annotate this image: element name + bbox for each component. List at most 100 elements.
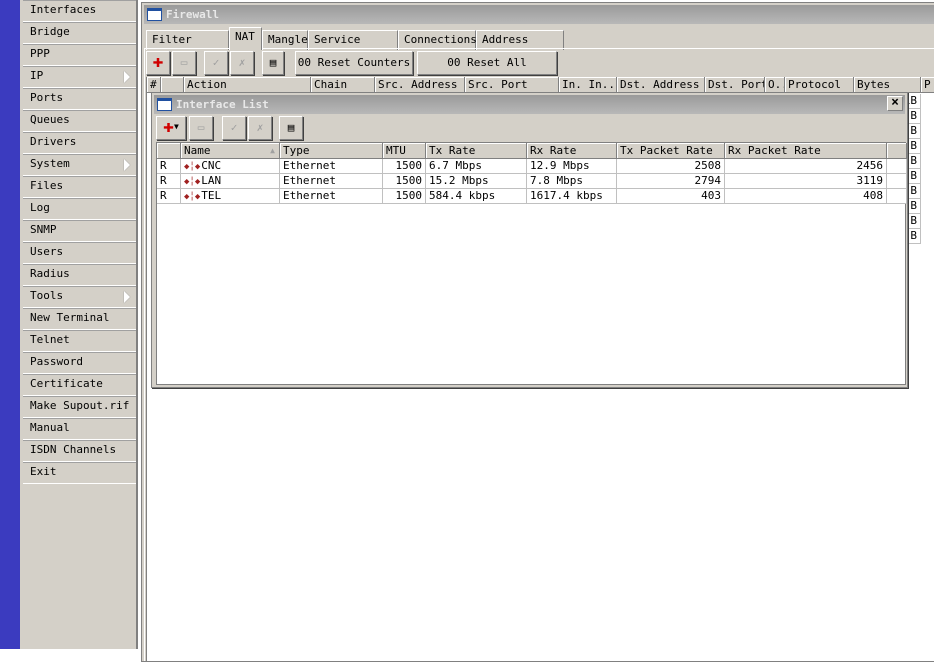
column-header-rx-rate[interactable]: Rx Rate xyxy=(527,143,617,159)
sidebar-item-ppp[interactable]: PPP xyxy=(23,44,136,66)
column-header[interactable]: Protocol xyxy=(785,77,854,93)
column-header[interactable]: Src. Port xyxy=(465,77,559,93)
tx-packet-rate: 2508 xyxy=(694,159,722,172)
reset-all-counters-button[interactable]: 00 Reset All Counters xyxy=(417,51,557,91)
enable-button[interactable]: ✓ xyxy=(222,116,246,140)
sidebar-item-users[interactable]: Users xyxy=(23,242,136,264)
tab-nat[interactable]: NAT xyxy=(229,27,262,50)
sidebar-item-isdn-channels[interactable]: ISDN Channels xyxy=(23,440,136,462)
add-dropdown-button[interactable]: ✚▼ xyxy=(156,116,186,140)
column-header[interactable]: O.. xyxy=(765,77,785,93)
column-header[interactable]: Dst. Port xyxy=(705,77,765,93)
tx-rate: 15.2 Mbps xyxy=(429,174,489,187)
sidebar-item-label: Queues xyxy=(30,113,70,126)
submenu-arrow-icon xyxy=(124,71,130,83)
comment-button[interactable]: ▤ xyxy=(262,51,284,75)
tx-rate-cell: 6.7 Mbps xyxy=(426,159,527,174)
sidebar-item-interfaces[interactable]: Interfaces xyxy=(23,0,136,22)
interface-list-title: Interface List xyxy=(176,98,269,111)
add-button[interactable]: ✚ xyxy=(146,51,170,75)
sidebar-item-password[interactable]: Password xyxy=(23,352,136,374)
table-row[interactable]: R ◆╎◆LAN Ethernet 1500 15.2 Mbps 7.8 Mbps 2794… xyxy=(157,174,907,189)
column-header-blank[interactable] xyxy=(887,143,907,159)
table-row[interactable]: R ◆╎◆CNC Ethernet 1500 6.7 Mbps 12.9 Mbps 2508… xyxy=(157,159,907,174)
type-cell: Ethernet xyxy=(280,189,383,204)
sidebar-item-label: Manual xyxy=(30,421,70,434)
name-cell: ◆╎◆LAN xyxy=(181,174,280,189)
tx-rate-cell: 584.4 kbps xyxy=(426,189,527,204)
tx-packet-rate-cell: 403 xyxy=(617,189,725,204)
column-header-rx-packet-rate[interactable]: Rx Packet Rate xyxy=(725,143,887,159)
sidebar-item-drivers[interactable]: Drivers xyxy=(23,132,136,154)
sidebar-item-queues[interactable]: Queues xyxy=(23,110,136,132)
blank-cell xyxy=(887,189,907,204)
flag: R xyxy=(160,189,167,202)
column-header[interactable]: Src. Address xyxy=(375,77,465,93)
disable-button[interactable]: ✗ xyxy=(230,51,254,75)
sidebar-item-radius[interactable]: Radius xyxy=(23,264,136,286)
remove-button[interactable]: ▭ xyxy=(189,116,213,140)
interface-table: Name ▲ Type MTU Tx Rate Rx Rate Tx Packet Rate… xyxy=(156,142,907,385)
column-header[interactable]: P xyxy=(921,77,934,93)
sidebar-item-tools[interactable]: Tools xyxy=(23,286,136,308)
sidebar-item-certificate[interactable]: Certificate xyxy=(23,374,136,396)
interface-list-title-bar[interactable]: Interface List xyxy=(154,95,905,114)
flag-cell: R xyxy=(157,189,181,204)
sidebar-item-ip[interactable]: IP xyxy=(23,66,136,88)
name-cell: ◆╎◆CNC xyxy=(181,159,280,174)
column-header[interactable]: # xyxy=(147,77,161,93)
sidebar-item-snmp[interactable]: SNMP xyxy=(23,220,136,242)
column-header[interactable]: Dst. Address xyxy=(617,77,705,93)
column-header[interactable]: Chain xyxy=(311,77,375,93)
tab-connections[interactable]: Connections xyxy=(398,30,477,50)
column-header-tx-packet-rate[interactable]: Tx Packet Rate xyxy=(617,143,725,159)
disable-button[interactable]: ✗ xyxy=(248,116,272,140)
sidebar-item-label: Bridge xyxy=(30,25,70,38)
column-header[interactable] xyxy=(161,77,184,93)
enable-button[interactable]: ✓ xyxy=(204,51,228,75)
sidebar-item-label: Log xyxy=(30,201,50,214)
sidebar-item-telnet[interactable]: Telnet xyxy=(23,330,136,352)
table-row[interactable]: R ◆╎◆TEL Ethernet 1500 584.4 kbps 1617.4 kbps… xyxy=(157,189,907,204)
column-header[interactable]: Action xyxy=(184,77,311,93)
column-label: Rx Rate xyxy=(530,144,577,157)
column-header-type[interactable]: Type xyxy=(280,143,383,159)
submenu-arrow-icon xyxy=(124,159,130,171)
firewall-title-bar[interactable]: Firewall xyxy=(144,5,934,24)
sidebar-item-bridge[interactable]: Bridge xyxy=(23,22,136,44)
column-header-blank[interactable] xyxy=(157,143,181,159)
column-header-name[interactable]: Name ▲ xyxy=(181,143,280,159)
comment-button[interactable]: ▤ xyxy=(279,116,303,140)
ethernet-icon: ◆╎◆ xyxy=(184,177,201,187)
reset-counters-button[interactable]: 00 Reset Counters xyxy=(295,51,413,75)
type: Ethernet xyxy=(283,159,336,172)
rx-packet-rate-cell: 2456 xyxy=(725,159,887,174)
tab-address-lists[interactable]: Address Lists xyxy=(476,30,564,64)
column-header[interactable]: In. In... xyxy=(559,77,617,93)
sidebar-item-make-supout-rif[interactable]: Make Supout.rif xyxy=(23,396,136,418)
sidebar-item-manual[interactable]: Manual xyxy=(23,418,136,440)
window-icon xyxy=(157,98,172,111)
rx-packet-rate: 3119 xyxy=(856,174,884,187)
rx-packet-rate-cell: 408 xyxy=(725,189,887,204)
tab-mangle[interactable]: Mangle xyxy=(262,30,308,50)
column-header-mtu[interactable]: MTU xyxy=(383,143,426,159)
sidebar-item-new-terminal[interactable]: New Terminal xyxy=(23,308,136,330)
name-cell: ◆╎◆TEL xyxy=(181,189,280,204)
column-header[interactable]: Bytes xyxy=(854,77,921,93)
tab-filter-rules[interactable]: Filter Rules xyxy=(146,30,229,64)
sidebar-item-label: SNMP xyxy=(30,223,57,236)
sidebar-item-files[interactable]: Files xyxy=(23,176,136,198)
remove-button[interactable]: ▭ xyxy=(172,51,196,75)
sidebar-item-label: New Terminal xyxy=(30,311,110,324)
sidebar-item-ports[interactable]: Ports xyxy=(23,88,136,110)
tx-packet-rate: 403 xyxy=(701,189,721,202)
close-button[interactable]: × xyxy=(887,96,903,111)
column-header-tx-rate[interactable]: Tx Rate xyxy=(426,143,527,159)
sidebar-item-log[interactable]: Log xyxy=(23,198,136,220)
sidebar-item-exit[interactable]: Exit xyxy=(23,462,136,484)
sidebar-item-system[interactable]: System xyxy=(23,154,136,176)
tab-service-ports[interactable]: Service Ports xyxy=(308,30,398,64)
type-cell: Ethernet xyxy=(280,159,383,174)
flag-cell: R xyxy=(157,159,181,174)
